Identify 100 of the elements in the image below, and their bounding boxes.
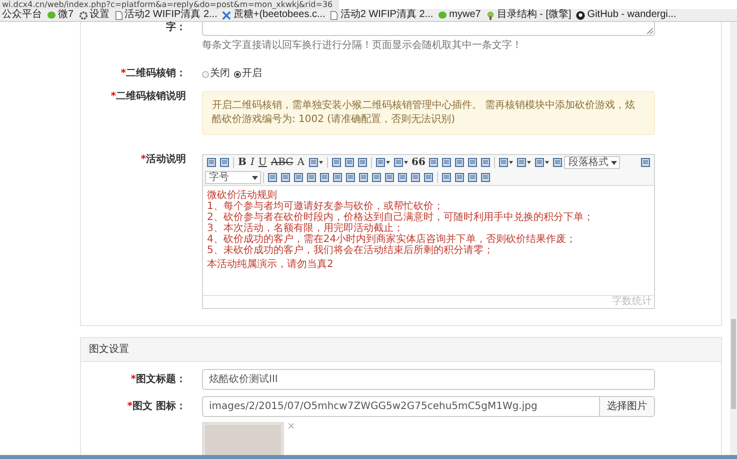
chat-bubble-icon [438,10,448,20]
toolbar-square-icon [372,173,381,182]
toolbar-button[interactable] [374,156,392,169]
format-button[interactable]: I [248,156,256,169]
toolbar-button[interactable] [392,156,410,169]
caret-icon [252,176,258,180]
bookmark-item[interactable]: 活动2 WIFIP清真 2... [114,10,218,20]
format-button[interactable]: B [236,156,248,169]
toolbar-square-icon [455,158,464,167]
toolbar-square-icon [307,173,316,182]
toolbar-button[interactable] [266,171,279,184]
bookmark-item[interactable]: 设置 [78,10,110,20]
toolbar-button[interactable] [409,171,422,184]
toolbar-button[interactable] [466,156,480,169]
content-line: 3、本次活动，名额有限，用完即活动截止； [207,223,404,234]
field-label: 二维码核销说明 [116,91,186,104]
toolbar-square-icon [424,173,433,182]
toolbar-button[interactable] [279,171,292,184]
toolbar-square-icon [481,158,490,167]
format-button[interactable]: ABC [268,156,296,169]
bookmark-item[interactable]: 目录结构 - [微擎] [486,10,572,20]
dropdown-value: 段落格式 [568,158,608,168]
bookmark-item[interactable]: 公众平台 [2,10,42,20]
field-label: 活动说明 [146,154,186,167]
toolbar-square-icon [394,158,402,167]
radio-option[interactable]: 关闭 [202,69,230,79]
field-label: 二维码核销： [126,68,186,80]
toolbar-button[interactable] [479,171,492,184]
toolbar-button[interactable] [515,156,534,169]
toolbar-square-icon [281,173,290,182]
toolbar-square-icon [535,158,544,167]
rich-text-editor[interactable] [202,154,655,309]
bookmark-item[interactable]: mywe7 [438,10,481,20]
toolbar-button[interactable] [497,156,516,169]
content-line: 2、砍价参与者在砍价时段内，价格达到自己满意时，可随时利用手中兑换的积分下单； [207,212,594,223]
field-label: 字： [166,22,186,35]
toolbar-square-icon [220,158,229,167]
toolbar-button[interactable] [479,156,492,169]
gear-icon [78,10,88,20]
field-label: 图文 图标： [132,400,186,412]
required-mark: * [127,400,133,412]
bookmark-item[interactable]: GitHub - wandergi... [576,10,676,20]
toolbar-button[interactable] [370,171,383,184]
toolbar-button[interactable] [440,171,453,184]
text-input[interactable]: images/2/2015/07/O5mhcw7ZWGG5w2G75cehu5mC5gM1Wg.jpg [202,396,600,417]
toolbar-button[interactable] [453,156,466,169]
required-mark: * [130,374,136,386]
text-input[interactable]: 炫酷砍价测试III [202,369,655,390]
toolbar-button[interactable] [383,171,396,184]
toolbar-button[interactable] [357,171,370,184]
content-line: 微砍价活动规则 [207,190,278,201]
toolbar-square-icon [411,173,420,182]
toolbar-square-icon [468,173,477,182]
bookmark-item[interactable]: 微7 [47,10,74,20]
toolbar-button[interactable] [427,156,440,169]
radio-option[interactable]: 开启 [234,69,262,79]
toolbar-button[interactable] [218,156,231,169]
dropdown-select[interactable]: 段落格式 [564,156,620,169]
chat-bubble-icon [47,10,56,20]
content-line: 1、每个参与者均可邀请好友参与砍价，或帮忙砍价； [207,201,444,212]
toolbar-button[interactable] [551,156,564,169]
page-icon [114,10,123,20]
toolbar-button[interactable] [453,171,466,184]
toolbar-square-icon [442,173,451,182]
content-line: 5、未砍价成功的客户，我们将会在活动结束后所剩的积分请零； [207,245,494,256]
toolbar-button[interactable] [331,171,344,184]
toolbar-button[interactable] [396,171,409,184]
toolbar-button[interactable] [466,171,479,184]
select-image-button[interactable]: 选择图片 [600,396,655,417]
toolbar-square-icon [333,173,342,182]
toolbar-button[interactable] [533,156,552,169]
toolbar-button[interactable] [292,171,305,184]
toolbar-button[interactable] [342,156,356,169]
toolbar-square-icon [332,158,340,167]
bookmark-item[interactable]: 活动2 WIFIP清真 2... [330,10,434,20]
toolbar-button[interactable] [356,156,368,169]
bookmark-item[interactable]: 蔗糖+(beetobees.c... [222,10,326,20]
dropdown-select[interactable]: 字号 [205,171,261,184]
toolbar-button[interactable] [440,156,454,169]
format-button[interactable]: A [295,156,306,169]
toolbar-button[interactable] [639,156,652,169]
toolbar-square-icon [455,173,464,182]
toolbar-button[interactable] [422,171,435,184]
toolbar-square-icon [207,158,216,167]
toolbar-button[interactable] [305,171,318,184]
toolbar-button[interactable] [344,171,357,184]
resize-grip-icon [647,28,653,34]
address-bar[interactable]: wi.dcx4.cn/web/index.php?c=platform&a=reply&do=post&m=mon_xkwkj&rid=36 [0,0,339,9]
toolbar-square-icon [517,158,526,167]
toolbar-button[interactable] [306,156,324,169]
toolbar-square-icon [320,173,329,182]
content-line: 本活动纯属演示，请勿当真2 [207,259,334,270]
toolbar-button[interactable] [205,156,218,169]
toolbar-square-icon [481,173,490,182]
caret-icon [386,161,390,164]
toolbar-button[interactable] [318,171,331,184]
format-button[interactable]: 66 [410,156,428,169]
word-count: 字数统计 [612,297,652,307]
format-button[interactable]: U [256,156,269,169]
toolbar-button[interactable] [330,156,342,169]
